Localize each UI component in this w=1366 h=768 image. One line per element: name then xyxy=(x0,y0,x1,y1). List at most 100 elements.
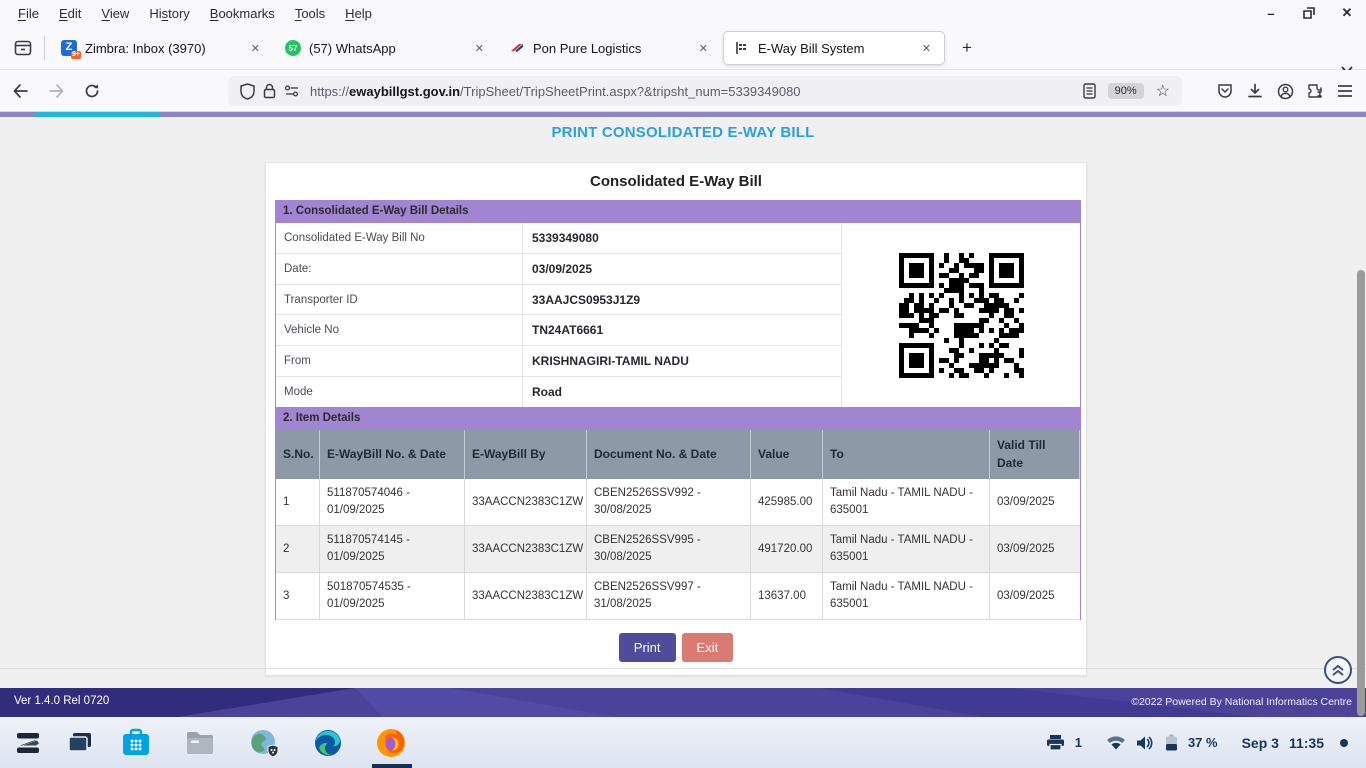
detail-label: From xyxy=(276,346,523,376)
wifi-icon[interactable] xyxy=(1106,735,1126,750)
forward-button[interactable] xyxy=(40,75,72,107)
lock-icon[interactable] xyxy=(259,83,280,99)
restore-button[interactable] xyxy=(1298,2,1320,24)
items-header-cell: E-WayBill By xyxy=(465,430,587,479)
copyright-label: ©2022 Powered By National Informatics Ce… xyxy=(1131,696,1352,708)
detail-label: Vehicle No xyxy=(276,315,523,345)
items-table: S.No.E-WayBill No. & DateE-WayBill ByDoc… xyxy=(275,430,1081,620)
detail-row: Consolidated E-Way Bill No5339349080 xyxy=(276,223,841,254)
bookmark-star-icon[interactable]: ☆ xyxy=(1152,81,1174,101)
tab-zimbra[interactable]: Z9+Zimbra: Inbox (3970)✕ xyxy=(51,27,273,70)
file-manager-icon[interactable] xyxy=(184,727,216,759)
url-bar[interactable]: https://ewaybillgst.gov.in/TripSheet/Tri… xyxy=(228,76,1182,106)
battery-percent: 37 % xyxy=(1188,735,1218,750)
taskbar-date[interactable]: Sep 3 xyxy=(1242,735,1279,751)
extensions-icon[interactable] xyxy=(1300,76,1330,106)
item-cell: Tamil Nadu - TAMIL NADU - 635001 xyxy=(823,479,990,526)
taskbar: 1 37 % Sep 3 11:35 xyxy=(0,717,1366,768)
detail-row: Transporter ID33AAJCS0953J1Z9 xyxy=(276,285,841,316)
menu-hamburger-icon[interactable] xyxy=(1330,76,1360,106)
item-cell: 501870574535 - 01/09/2025 xyxy=(320,573,465,620)
firefox-icon[interactable] xyxy=(375,727,407,759)
menu-bar: FileEditViewHistoryBookmarksToolsHelp xyxy=(0,0,1366,27)
menu-item-history[interactable]: History xyxy=(139,3,199,24)
account-icon[interactable] xyxy=(1270,76,1300,106)
print-button[interactable]: Print xyxy=(619,633,676,662)
menu-item-tools[interactable]: Tools xyxy=(285,3,335,24)
back-button[interactable] xyxy=(4,75,36,107)
tab-title: Pon Pure Logistics xyxy=(533,41,686,56)
printer-icon[interactable] xyxy=(1046,734,1065,751)
tab-close-icon[interactable]: ✕ xyxy=(694,39,713,58)
item-cell: 511870574145 - 01/09/2025 xyxy=(320,526,465,573)
url-text[interactable]: https://ewaybillgst.gov.in/TripSheet/Tri… xyxy=(310,84,1079,99)
tab-ewaybill[interactable]: E-Way Bill System ✕ xyxy=(723,31,945,65)
detail-label: Transporter ID xyxy=(276,285,523,315)
tab-separator xyxy=(44,36,45,60)
section-header-details: 1. Consolidated E-Way Bill Details xyxy=(275,200,1081,223)
battery-icon[interactable] xyxy=(1165,734,1178,751)
browser-chrome: FileEditViewHistoryBookmarksToolsHelp – … xyxy=(0,0,1366,112)
url-domain: ewaybillgst.gov.in xyxy=(349,84,460,99)
tab-close-icon[interactable]: ✕ xyxy=(470,39,489,58)
menu-item-bookmarks[interactable]: Bookmarks xyxy=(200,3,285,24)
detail-row: Date:03/09/2025 xyxy=(276,254,841,285)
item-cell: Tamil Nadu - TAMIL NADU - 635001 xyxy=(823,526,990,573)
item-cell: CBEN2526SSV992 - 30/08/2025 xyxy=(587,479,751,526)
item-cell: 33AACCN2383C1ZW xyxy=(465,573,587,620)
favicon-zimbra-icon: Z9+ xyxy=(61,40,77,56)
menu-item-file[interactable]: File xyxy=(8,3,49,24)
tab-close-icon[interactable]: ✕ xyxy=(246,39,265,58)
detail-value: Road xyxy=(523,385,841,399)
toolbar-icons xyxy=(1210,76,1360,106)
tab-whatsapp[interactable]: 57(57) WhatsApp✕ xyxy=(275,27,497,70)
item-cell: 1 xyxy=(276,479,320,526)
detail-label: Date: xyxy=(276,254,523,284)
tab-ponpure[interactable]: Pon Pure Logistics ✕ xyxy=(499,27,721,70)
back-icon xyxy=(12,83,29,99)
taskbar-time[interactable]: 11:35 xyxy=(1289,735,1324,751)
page-title: PRINT CONSOLIDATED E-WAY BILL xyxy=(0,124,1366,141)
items-header-cell: Document No. & Date xyxy=(587,430,751,479)
app-menu-icon[interactable] xyxy=(12,727,44,759)
forward-icon xyxy=(48,83,65,99)
vertical-scrollbar-thumb[interactable] xyxy=(1357,270,1365,716)
menu-item-view[interactable]: View xyxy=(91,3,139,24)
item-cell: 13637.00 xyxy=(751,573,823,620)
window-controls: – ✕ xyxy=(1260,2,1358,24)
item-cell: CBEN2526SSV995 - 30/08/2025 xyxy=(587,526,751,573)
menu-item-edit[interactable]: Edit xyxy=(49,3,91,24)
detail-row: ModeRoad xyxy=(276,377,841,407)
exit-button[interactable]: Exit xyxy=(682,633,734,662)
permissions-icon[interactable] xyxy=(280,85,304,97)
button-row: Print Exit xyxy=(266,633,1086,662)
tab-title: E-Way Bill System xyxy=(758,41,909,56)
zoom-level-badge[interactable]: 90% xyxy=(1108,83,1144,99)
tracking-shield-icon[interactable] xyxy=(236,83,259,100)
tab-close-icon[interactable]: ✕ xyxy=(917,39,936,58)
detail-value: 03/09/2025 xyxy=(523,262,841,276)
pocket-icon[interactable] xyxy=(1210,76,1240,106)
menu-item-help[interactable]: Help xyxy=(335,3,382,24)
page-footer: Ver 1.4.0 Rel 0720 ©2022 Powered By Nati… xyxy=(0,688,1366,717)
edge-browser-icon[interactable] xyxy=(312,727,344,759)
scroll-to-top-button[interactable] xyxy=(1324,656,1352,684)
detail-row: FromKRISHNAGIRI-TAMIL NADU xyxy=(276,346,841,377)
minimize-button[interactable]: – xyxy=(1260,2,1282,24)
globe-browser-icon[interactable] xyxy=(248,727,280,759)
url-path: /TripSheet/TripSheetPrint.aspx?&tripsht_… xyxy=(460,84,801,99)
item-row: 2511870574145 - 01/09/202533AACCN2383C1Z… xyxy=(276,526,1080,573)
volume-icon[interactable] xyxy=(1136,735,1155,751)
close-window-button[interactable]: ✕ xyxy=(1336,2,1358,24)
downloads-icon[interactable] xyxy=(1240,76,1270,106)
window-switcher-icon[interactable] xyxy=(64,727,96,759)
firefox-view-button[interactable] xyxy=(8,33,38,63)
favicon-ponpure-icon xyxy=(509,40,525,56)
new-tab-button[interactable]: + xyxy=(953,34,981,62)
tabs: Z9+Zimbra: Inbox (3970)✕57(57) WhatsApp✕… xyxy=(51,27,945,70)
item-cell: 2 xyxy=(276,526,320,573)
item-row: 1511870574046 - 01/09/202533AACCN2383C1Z… xyxy=(276,479,1080,526)
software-store-icon[interactable] xyxy=(120,727,152,759)
reload-button[interactable] xyxy=(76,75,108,107)
reader-mode-icon[interactable] xyxy=(1079,83,1100,99)
